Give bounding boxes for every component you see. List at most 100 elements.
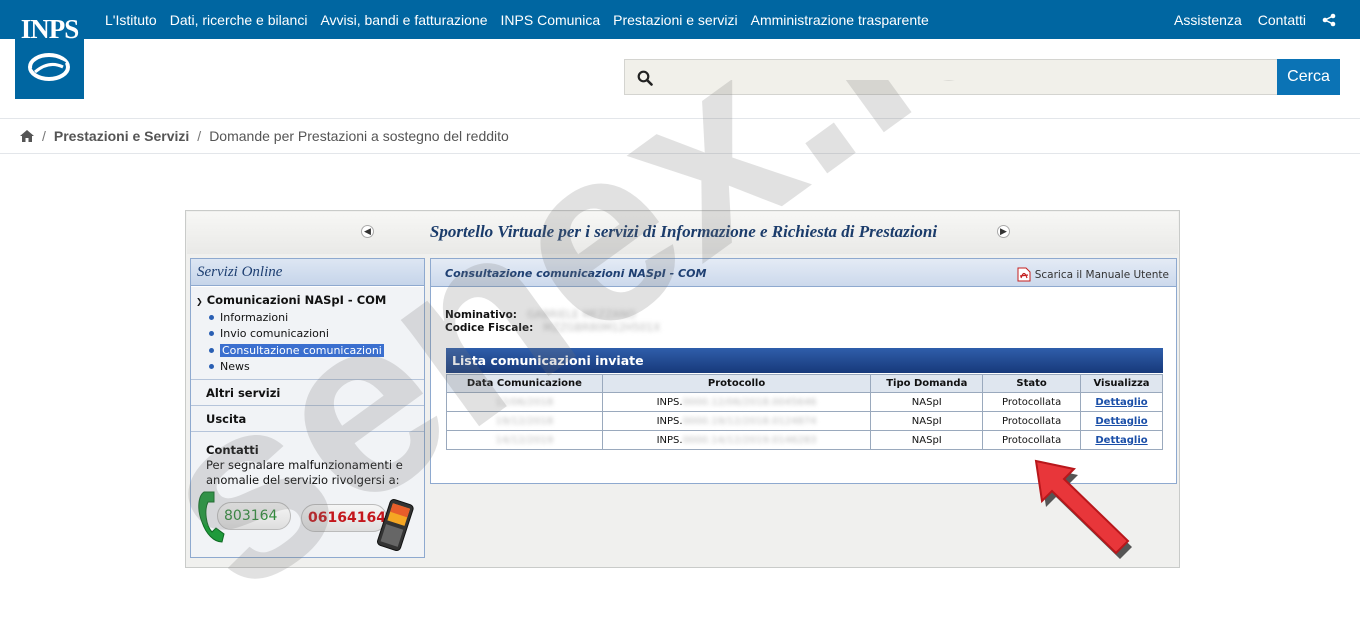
cell-date: 12/06/2018 xyxy=(446,392,603,412)
detail-link[interactable]: Dettaglio xyxy=(1095,416,1147,427)
protocol-prefix: INPS. xyxy=(656,434,683,446)
phone-number-803164: 803164 xyxy=(217,502,291,530)
download-manual-link[interactable]: Scarica il Manuale Utente xyxy=(1017,267,1169,282)
sidebar-header: Servizi Online xyxy=(191,259,424,286)
utility-nav: Assistenza Contatti xyxy=(1174,0,1336,39)
cell-type: NASpI xyxy=(870,411,984,431)
divider xyxy=(0,153,1360,154)
bullet-icon xyxy=(209,348,214,353)
sidebar-group: ❯ Comunicazioni NASpI - COM Informazioni… xyxy=(191,287,424,379)
nav-inps-comunica[interactable]: INPS Comunica xyxy=(501,12,601,28)
date-value: 14/12/2019 xyxy=(495,434,554,446)
cell-date: 14/12/2019 xyxy=(446,430,603,450)
cell-status: Protocollata xyxy=(982,392,1082,412)
search-input[interactable] xyxy=(624,59,1278,95)
column-header: Protocollo xyxy=(601,374,872,393)
cell-view: Dettaglio xyxy=(1080,411,1163,431)
nav-istituto[interactable]: L'Istituto xyxy=(105,12,157,28)
nav-prestazioni-servizi[interactable]: Prestazioni e servizi xyxy=(613,12,738,28)
protocol-value: 0000.19/12/2018.0124874 xyxy=(682,415,817,427)
table-row: 19/12/2018 INPS.0000.19/12/2018.0124874 … xyxy=(446,411,1163,431)
sidebar-item-informazioni[interactable]: Informazioni xyxy=(209,311,288,324)
detail-link[interactable]: Dettaglio xyxy=(1095,435,1147,446)
panel-title: Consultazione comunicazioni NASpI - COM xyxy=(445,267,707,280)
table-row: 14/12/2019 INPS.0000.14/12/2019.0146283 … xyxy=(446,430,1163,450)
contacts-title: Contatti xyxy=(206,443,259,457)
next-arrow-icon[interactable]: ▶ xyxy=(997,225,1010,238)
sidebar-contacts: Contatti Per segnalare malfunzionamenti … xyxy=(191,432,424,557)
search-button[interactable]: Cerca xyxy=(1277,59,1340,95)
sidebar-exit-label: Uscita xyxy=(206,412,247,426)
sidebar-item-invio[interactable]: Invio comunicazioni xyxy=(209,327,329,340)
table-row: 12/06/2018 INPS.0000.12/06/2018.0045646 … xyxy=(446,392,1163,412)
sidebar-group-title[interactable]: ❯ Comunicazioni NASpI - COM xyxy=(196,293,386,307)
search-icon xyxy=(637,70,653,86)
inps-logo[interactable]: INPS xyxy=(15,0,84,99)
chevron-down-icon: ❯ xyxy=(196,297,203,306)
column-header: Tipo Domanda xyxy=(870,374,984,393)
protocol-prefix: INPS. xyxy=(656,396,683,408)
nav-avvisi-bandi[interactable]: Avvisi, bandi e fatturazione xyxy=(320,12,487,28)
bullet-icon xyxy=(209,315,214,320)
detail-link[interactable]: Dettaglio xyxy=(1095,397,1147,408)
bullet-icon xyxy=(209,364,214,369)
main-nav: L'Istituto Dati, ricerche e bilanci Avvi… xyxy=(105,0,929,39)
sidebar-item-news[interactable]: News xyxy=(209,360,250,373)
cell-status: Protocollata xyxy=(982,430,1082,450)
logo-emblem xyxy=(28,53,70,81)
protocol-prefix: INPS. xyxy=(656,415,683,427)
breadcrumb-current: Domande per Prestazioni a sostegno del r… xyxy=(209,128,509,144)
date-value: 19/12/2018 xyxy=(495,415,554,427)
consultation-panel: Consultazione comunicazioni NASpI - COM … xyxy=(430,258,1177,484)
nominativo-label: Nominativo: xyxy=(445,309,517,321)
top-navigation-bar: L'Istituto Dati, ricerche e bilanci Avvi… xyxy=(0,0,1360,39)
divider xyxy=(0,118,1360,119)
codice-fiscale-row: Codice Fiscale: MZZGBR80M12H501X xyxy=(445,322,660,334)
sidebar-header-label: Servizi Online xyxy=(197,264,283,280)
download-manual-label: Scarica il Manuale Utente xyxy=(1034,268,1169,281)
protocol-value: 0000.12/06/2018.0045646 xyxy=(682,396,817,408)
nominativo-row: Nominativo: GABRIELE MEZZANO xyxy=(445,309,636,321)
nav-dati-ricerche[interactable]: Dati, ricerche e bilanci xyxy=(170,12,308,28)
column-header: Stato xyxy=(982,374,1082,393)
sidebar-item-label: News xyxy=(220,360,250,373)
services-sidebar: Servizi Online ❯ Comunicazioni NASpI - C… xyxy=(190,258,425,558)
sidebar-item-label: Invio comunicazioni xyxy=(220,327,329,340)
table-header-row: Data Comunicazione Protocollo Tipo Doman… xyxy=(446,374,1163,393)
phone-number-label: 803164 xyxy=(224,508,278,524)
cell-type: NASpI xyxy=(870,430,984,450)
protocol-value: 0000.14/12/2019.0146283 xyxy=(682,434,817,446)
cell-view: Dettaglio xyxy=(1080,430,1163,450)
communications-table: Data Comunicazione Protocollo Tipo Doman… xyxy=(446,374,1163,450)
list-header: Lista comunicazioni inviate xyxy=(446,348,1163,373)
sidebar-exit[interactable]: Uscita xyxy=(191,406,424,431)
cell-status: Protocollata xyxy=(982,411,1082,431)
sidebar-other-services[interactable]: Altri servizi xyxy=(191,380,424,405)
cell-protocol: INPS.0000.14/12/2019.0146283 xyxy=(601,430,872,450)
cell-protocol: INPS.0000.12/06/2018.0045646 xyxy=(601,392,872,412)
nav-assistenza[interactable]: Assistenza xyxy=(1174,12,1242,28)
codice-fiscale-label: Codice Fiscale: xyxy=(445,322,534,334)
breadcrumb-prestazioni[interactable]: Prestazioni e Servizi xyxy=(54,128,189,144)
cell-date: 19/12/2018 xyxy=(446,411,603,431)
page: L'Istituto Dati, ricerche e bilanci Avvi… xyxy=(0,0,1360,628)
bullet-icon xyxy=(209,331,214,336)
nominativo-value: GABRIELE MEZZANO xyxy=(526,309,636,321)
sidebar-item-label: Consultazione comunicazioni xyxy=(220,344,384,357)
codice-fiscale-value: MZZGBR80M12H501X xyxy=(543,322,661,334)
cell-type: NASpI xyxy=(870,392,984,412)
pdf-icon xyxy=(1017,267,1031,282)
column-header: Visualizza xyxy=(1080,374,1163,393)
nav-contatti[interactable]: Contatti xyxy=(1258,12,1306,28)
breadcrumb: / Prestazioni e Servizi / Domande per Pr… xyxy=(20,128,509,144)
list-title: Lista comunicazioni inviate xyxy=(452,353,644,368)
date-value: 12/06/2018 xyxy=(495,396,554,408)
sidebar-item-consultazione[interactable]: Consultazione comunicazioni xyxy=(209,344,384,357)
nav-amministrazione-trasparente[interactable]: Amministrazione trasparente xyxy=(751,12,929,28)
cell-view: Dettaglio xyxy=(1080,392,1163,412)
breadcrumb-separator: / xyxy=(42,128,46,144)
home-icon[interactable] xyxy=(20,130,34,142)
breadcrumb-separator: / xyxy=(197,128,202,144)
portal-title-bar: ◀ Sportello Virtuale per i servizi di In… xyxy=(187,212,1178,254)
share-icon[interactable] xyxy=(1322,13,1336,27)
